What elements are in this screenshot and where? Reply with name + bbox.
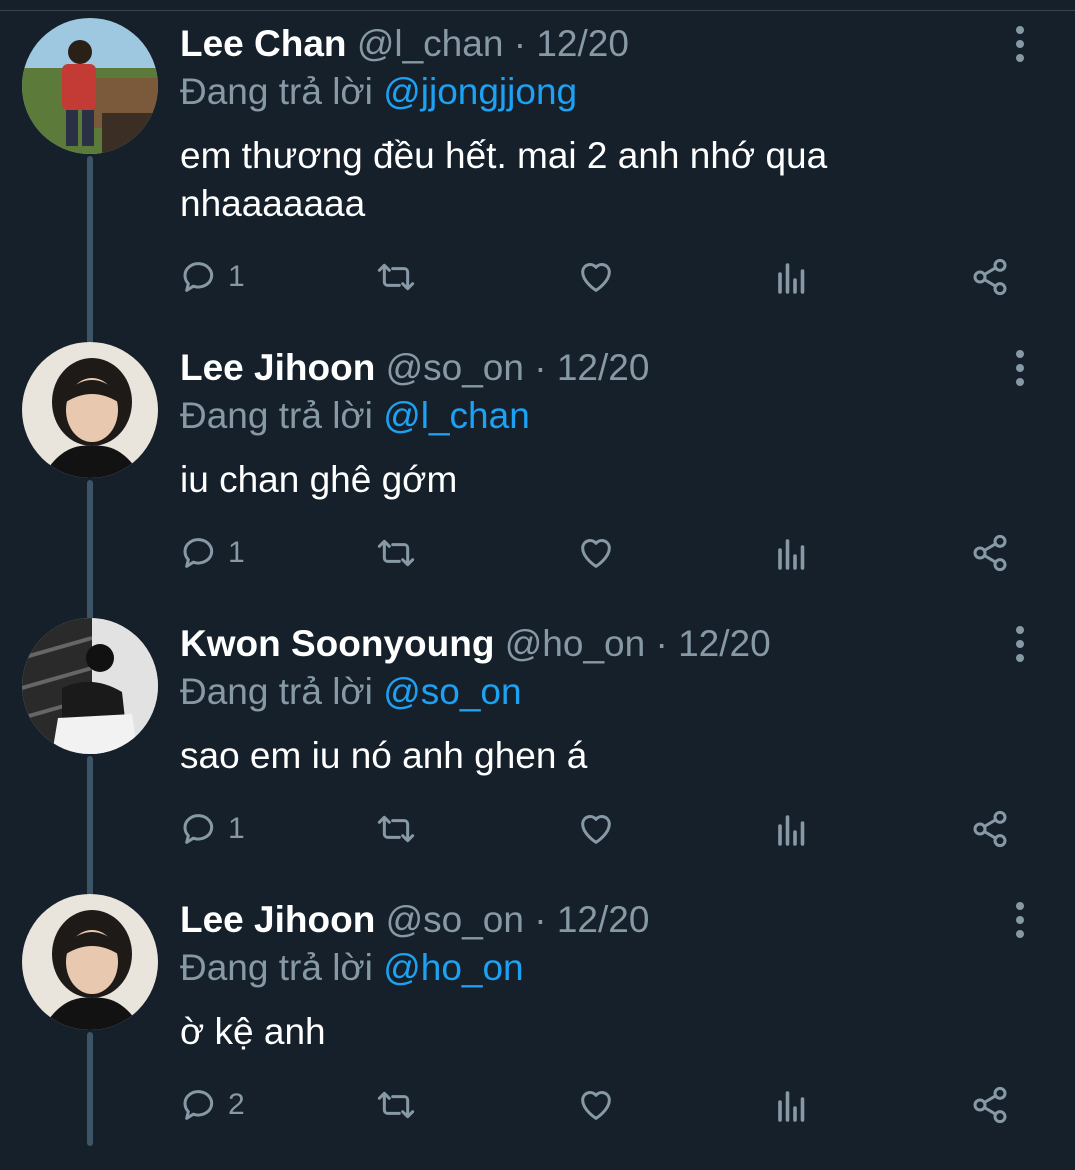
tweet[interactable]: Lee Chan @l_chan · 12/20 Đang trả lời @j… (0, 18, 1075, 296)
retweet-button[interactable] (376, 529, 416, 577)
analytics-button[interactable] (774, 805, 810, 853)
separator: · (534, 899, 547, 940)
tweet-text: ờ kệ anh (180, 1011, 326, 1052)
tweet[interactable]: Lee Jihoon @so_on · 12/20 Đang trả lời @… (0, 894, 1075, 1170)
mention-link[interactable]: @jjongjjong (383, 71, 577, 112)
reply-count: 1 (228, 260, 245, 293)
tweet-header: Lee Jihoon @so_on · 12/20 (180, 346, 649, 390)
retweet-icon (377, 815, 415, 843)
share-button[interactable] (970, 1081, 1010, 1129)
more-icon[interactable] (1008, 26, 1032, 66)
reply-button[interactable]: 1 (180, 529, 245, 577)
retweet-button[interactable] (376, 253, 416, 301)
tweet-text: em thương đều hết. mai 2 anh nhớ qua nha… (180, 135, 828, 224)
replying-to: Đang trả lời @ho_on (180, 946, 524, 990)
top-divider (0, 0, 1075, 11)
mention-link[interactable]: @so_on (383, 671, 521, 712)
replying-to: Đang trả lời @so_on (180, 670, 522, 714)
tweet-text: sao em iu nó anh ghen á (180, 735, 588, 776)
display-name[interactable]: Lee Jihoon (180, 347, 375, 388)
reply-icon (183, 262, 214, 292)
tweet-date[interactable]: 12/20 (536, 23, 629, 64)
replying-to-label: Đang trả lời (180, 671, 373, 712)
display-name[interactable]: Lee Chan (180, 23, 347, 64)
reply-button[interactable]: 2 (180, 1081, 245, 1129)
avatar[interactable] (22, 894, 158, 1030)
share-icon (973, 534, 1007, 572)
reply-count: 1 (228, 536, 245, 569)
replying-to: Đang trả lời @jjongjjong (180, 70, 577, 114)
analytics-button[interactable] (774, 1081, 810, 1129)
user-handle: @ho_on (504, 623, 646, 664)
tweet-actions: 1 (180, 253, 1040, 301)
tweet-text: iu chan ghê gớm (180, 459, 458, 500)
avatar[interactable] (22, 342, 158, 478)
retweet-button[interactable] (376, 1081, 416, 1129)
separator: · (534, 347, 547, 388)
avatar[interactable] (22, 18, 158, 154)
avatar[interactable] (22, 618, 158, 754)
like-button[interactable] (576, 805, 616, 853)
analytics-button[interactable] (774, 529, 810, 577)
like-icon (581, 815, 611, 844)
reply-icon (183, 538, 214, 568)
reply-icon (183, 1090, 214, 1120)
user-handle: @so_on (385, 347, 524, 388)
more-icon[interactable] (1008, 902, 1032, 942)
separator: · (655, 623, 668, 664)
display-name[interactable]: Kwon Soonyoung (180, 623, 494, 664)
reply-count: 2 (228, 1088, 245, 1121)
tweet-actions: 1 (180, 529, 1040, 577)
user-handle: @l_chan (356, 23, 504, 64)
reply-count: 1 (228, 812, 245, 845)
tweet-date[interactable]: 12/20 (557, 899, 650, 940)
like-button[interactable] (576, 1081, 616, 1129)
analytics-icon (778, 815, 805, 846)
tweet-actions: 1 (180, 805, 1040, 853)
retweet-button[interactable] (376, 805, 416, 853)
tweet-header: Kwon Soonyoung @ho_on · 12/20 (180, 622, 771, 666)
mention-link[interactable]: @ho_on (383, 947, 523, 988)
tweet-actions: 2 (180, 1081, 1040, 1129)
replying-to-label: Đang trả lời (180, 395, 373, 436)
user-handle: @so_on (385, 899, 524, 940)
analytics-icon (778, 539, 805, 570)
like-button[interactable] (576, 529, 616, 577)
tweet-header: Lee Jihoon @so_on · 12/20 (180, 898, 649, 942)
reply-button[interactable]: 1 (180, 253, 245, 301)
tweet[interactable]: Lee Jihoon @so_on · 12/20 Đang trả lời @… (0, 342, 1075, 618)
retweet-icon (377, 263, 415, 291)
share-button[interactable] (970, 529, 1010, 577)
tweet-date[interactable]: 12/20 (557, 347, 650, 388)
share-button[interactable] (970, 805, 1010, 853)
more-icon[interactable] (1008, 350, 1032, 390)
tweet-header: Lee Chan @l_chan · 12/20 (180, 22, 629, 66)
analytics-icon (778, 1091, 805, 1122)
retweet-icon (377, 539, 415, 567)
analytics-button[interactable] (774, 253, 810, 301)
replying-to-label: Đang trả lời (180, 71, 373, 112)
share-button[interactable] (970, 253, 1010, 301)
tweet[interactable]: Kwon Soonyoung @ho_on · 12/20 Đang trả l… (0, 618, 1075, 894)
tweet-date[interactable]: 12/20 (678, 623, 771, 664)
share-icon (973, 258, 1007, 296)
replying-to-label: Đang trả lời (180, 947, 373, 988)
mention-link[interactable]: @l_chan (383, 395, 530, 436)
like-icon (581, 539, 611, 568)
replying-to: Đang trả lời @l_chan (180, 394, 530, 438)
like-button[interactable] (576, 253, 616, 301)
like-icon (581, 1091, 611, 1120)
share-icon (973, 810, 1007, 848)
reply-button[interactable]: 1 (180, 805, 245, 853)
analytics-icon (778, 263, 805, 294)
retweet-icon (377, 1091, 415, 1119)
display-name[interactable]: Lee Jihoon (180, 899, 375, 940)
share-icon (973, 1086, 1007, 1124)
reply-icon (183, 814, 214, 844)
more-icon[interactable] (1008, 626, 1032, 666)
separator: · (513, 23, 527, 64)
like-icon (581, 263, 611, 292)
